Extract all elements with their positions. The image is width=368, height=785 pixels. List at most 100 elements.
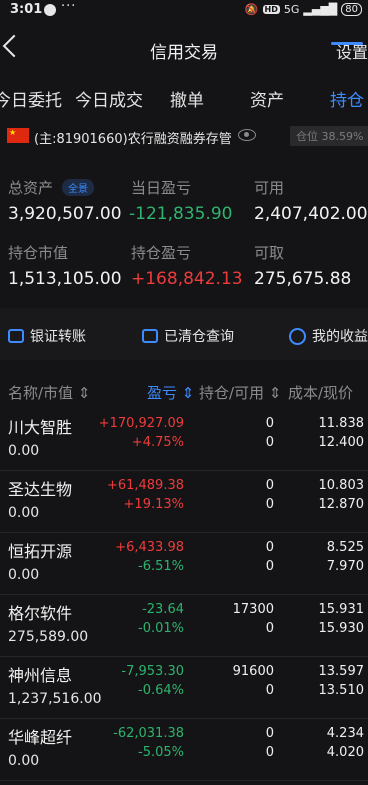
stock-market-value: 0.00	[8, 753, 40, 769]
eye-icon[interactable]	[238, 129, 256, 141]
table-row[interactable]: 格尔软件 275,589.00 -23.64 -0.01% 17300 0 15…	[0, 594, 368, 657]
stock-price: 13.510	[318, 683, 365, 698]
stock-cost: 10.803	[318, 478, 365, 493]
col-qty[interactable]: 持仓/可用 ⇕	[199, 382, 281, 403]
telegram-icon	[44, 4, 56, 16]
positions-table-header: 名称/市值 ⇕ 盈亏 ⇕ 持仓/可用 ⇕ 成本/现价	[0, 376, 368, 406]
tab-cancel[interactable]: 撤单	[170, 86, 204, 111]
china-flag-icon: ★	[7, 128, 29, 143]
available-label: 可用	[254, 179, 285, 197]
stock-available: 0	[265, 435, 274, 450]
status-bar: 3:01 ··· 🔕 HD 5G ▂▄▆█ 80	[0, 0, 368, 22]
stock-pl: +6,433.98	[115, 540, 184, 555]
total-assets-value: 3,920,507.00	[8, 204, 122, 224]
stock-price: 7.970	[326, 559, 364, 574]
stock-holding: 0	[265, 726, 274, 741]
tab-bar: 今日委托 今日成交 撤单 资产 持仓	[0, 74, 368, 118]
stock-name: 神州信息	[8, 666, 73, 685]
stock-name: 恒拓开源	[8, 542, 73, 561]
col-name-mv[interactable]: 名称/市值 ⇕	[8, 382, 90, 403]
stock-holding: 91600	[232, 664, 274, 679]
network-label: 5G	[283, 3, 300, 16]
stock-pl-percent: -0.01%	[138, 621, 184, 636]
cleared-positions-label: 已清仓查询	[164, 329, 234, 345]
table-row[interactable]: 圣达生物 0.00 +61,489.38 +19.13% 0 0 10.803 …	[0, 470, 368, 533]
stock-market-value: 0.00	[8, 567, 40, 583]
stock-price: 15.930	[318, 621, 365, 636]
account-row[interactable]: ★ (主:81901660)农行融资融券存管 仓位 38.59%	[0, 122, 368, 152]
stock-cost: 13.597	[318, 664, 365, 679]
holding-pl-value: +168,842.13	[131, 269, 243, 289]
panorama-badge[interactable]: 全景	[62, 179, 94, 196]
stock-cost: 4.234	[326, 726, 364, 741]
market-value: 1,513,105.00	[8, 269, 122, 289]
earnings-icon	[289, 327, 306, 345]
cleared-positions-button[interactable]: 已清仓查询	[142, 326, 234, 346]
stock-available: 0	[265, 745, 274, 760]
stock-price: 4.020	[326, 745, 364, 760]
stock-pl-percent: +19.13%	[123, 497, 184, 512]
hd-icon: HD	[262, 5, 280, 14]
bank-transfer-label: 银证转账	[30, 329, 86, 345]
available-value: 2,407,402.00	[254, 204, 368, 224]
more-notifications-icon: ···	[61, 0, 77, 14]
tab-today-orders[interactable]: 今日委托	[0, 86, 62, 111]
stock-pl: -7,953.30	[121, 664, 184, 679]
table-row[interactable]: 华峰超纤 0.00 -62,031.38 -5.05% 0 0 4.234 4.…	[0, 718, 368, 781]
stock-cost: 11.838	[318, 416, 365, 431]
col-cost[interactable]: 成本/现价	[288, 382, 353, 403]
total-assets-label: 总资产	[8, 179, 54, 197]
col-pl[interactable]: 盈亏 ⇕	[147, 382, 194, 403]
withdrawable-value: 275,675.88	[254, 269, 352, 289]
stock-holding: 0	[265, 540, 274, 555]
table-row[interactable]: 恒拓开源 0.00 +6,433.98 -6.51% 0 0 8.525 7.9…	[0, 532, 368, 595]
daily-pl-label: 当日盈亏	[131, 179, 192, 197]
table-row[interactable]: 川大智胜 0.00 +170,927.09 +4.75% 0 0 11.838 …	[0, 408, 368, 471]
stock-name: 川大智胜	[8, 418, 73, 437]
page-title: 信用交易	[150, 43, 218, 63]
stock-price: 12.870	[318, 497, 365, 512]
table-row[interactable]: 神州信息 1,237,516.00 -7,953.30 -0.64% 91600…	[0, 656, 368, 719]
stock-available: 0	[265, 683, 274, 698]
stock-market-value: 0.00	[8, 505, 40, 521]
tab-assets[interactable]: 资产	[250, 86, 284, 111]
stock-available: 0	[265, 621, 274, 636]
stock-cost: 15.931	[318, 602, 365, 617]
stock-available: 0	[265, 497, 274, 512]
quick-actions: 银证转账 已清仓查询 我的收益	[0, 308, 368, 360]
status-indicators: 🔕 HD 5G ▂▄▆█ 80	[245, 3, 362, 16]
stock-available: 0	[265, 559, 274, 574]
stock-price: 12.400	[318, 435, 365, 450]
stock-pl: -62,031.38	[113, 726, 184, 741]
withdrawable-label: 可取	[254, 244, 285, 262]
status-time: 3:01	[10, 2, 43, 17]
active-tab-indicator	[331, 42, 363, 45]
my-earnings-label: 我的收益	[312, 329, 368, 345]
stock-pl: +170,927.09	[98, 416, 184, 431]
stock-pl: +61,489.38	[106, 478, 184, 493]
tab-today-trades[interactable]: 今日成交	[75, 86, 143, 111]
stock-name: 格尔软件	[8, 604, 73, 623]
stock-holding: 0	[265, 416, 274, 431]
stock-pl-percent: -5.05%	[138, 745, 184, 760]
stock-holding: 17300	[232, 602, 274, 617]
stock-name: 华峰超纤	[8, 728, 73, 747]
app-header: 信用交易 设置	[0, 28, 368, 72]
market-value-label: 持仓市值	[8, 244, 69, 262]
position-ratio: 仓位 38.59%	[290, 126, 368, 146]
stock-cost: 8.525	[326, 540, 364, 555]
stock-name: 圣达生物	[8, 480, 73, 499]
holding-pl-label: 持仓盈亏	[131, 244, 192, 262]
account-label: (主:81901660)农行融资融券存管	[34, 132, 232, 147]
stock-market-value: 275,589.00	[8, 629, 89, 645]
tab-positions[interactable]: 持仓	[330, 86, 364, 111]
stock-pl-percent: -0.64%	[138, 683, 184, 698]
signal-icon: ▂▄▆█	[303, 3, 338, 16]
stock-pl-percent: +4.75%	[131, 435, 184, 450]
my-earnings-button[interactable]: 我的收益	[289, 326, 368, 346]
stock-market-value: 0.00	[8, 443, 40, 459]
bank-transfer-button[interactable]: 银证转账	[8, 326, 86, 346]
daily-pl-value: -121,835.90	[129, 204, 233, 224]
stock-pl: -23.64	[142, 602, 184, 617]
mute-icon: 🔕	[244, 3, 259, 16]
